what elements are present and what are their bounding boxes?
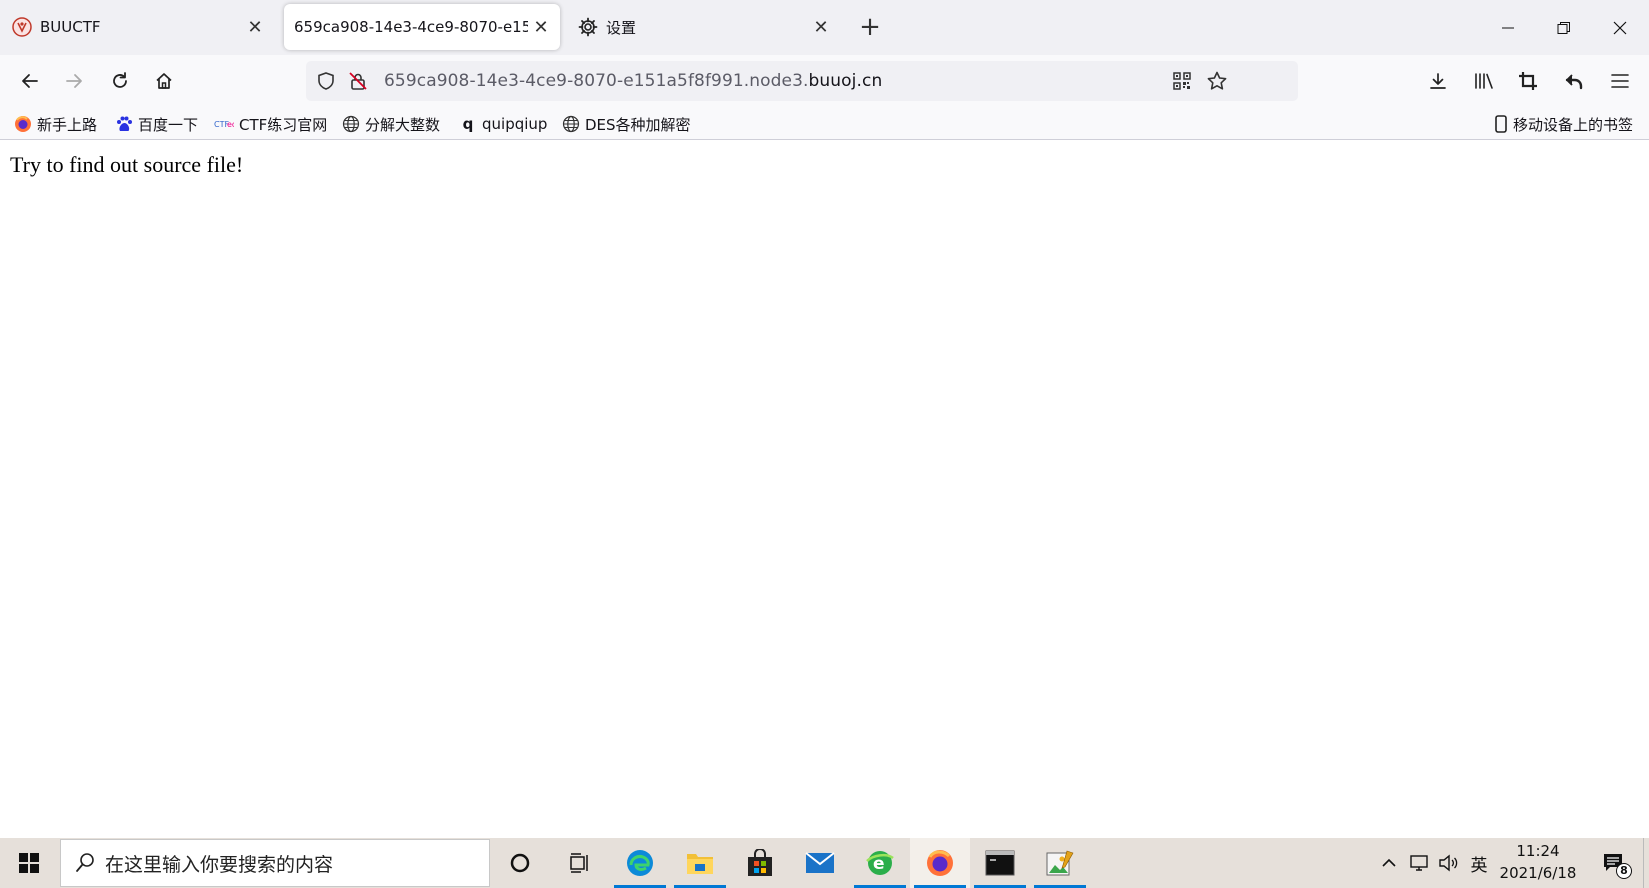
taskbar-clock[interactable]: 11:24 2021/6/18 <box>1490 840 1586 886</box>
folder-icon <box>687 854 713 874</box>
home-button[interactable] <box>148 65 180 97</box>
taskbar-edge[interactable] <box>610 838 670 888</box>
tab-title: BUUCTF <box>40 18 101 36</box>
search-placeholder: 在这里输入你要搜索的内容 <box>105 853 334 876</box>
show-hidden-icons-chevron-icon[interactable] <box>1374 838 1404 888</box>
bookmark-label: DES各种加解密 <box>585 115 691 134</box>
tab-strip: BUUCTF ✕ 659ca908-14e3-4ce9-8070-e151a5f… <box>0 0 1649 55</box>
taskbar-firefox[interactable] <box>910 838 970 888</box>
tab-settings[interactable]: 设置 ✕ <box>566 4 844 50</box>
back-button[interactable] <box>14 65 46 97</box>
new-tab-button[interactable]: + <box>856 14 884 42</box>
library-button[interactable] <box>1468 65 1500 97</box>
store-bag-icon <box>748 849 772 876</box>
downloads-button[interactable] <box>1422 65 1454 97</box>
bookmark-label: 分解大整数 <box>365 115 441 134</box>
shield-icon[interactable] <box>316 71 336 95</box>
taskbar-mail[interactable] <box>790 838 850 888</box>
cortana-circle-icon <box>510 853 530 873</box>
mail-envelope-icon <box>805 852 835 873</box>
action-center-button[interactable]: 8 <box>1594 838 1634 888</box>
green-e-browser-icon: e <box>866 851 894 875</box>
bookmark-item[interactable]: 百度一下 <box>115 113 198 135</box>
close-window-button[interactable] <box>1592 0 1648 55</box>
url-prefix: 659ca908-14e3-4ce9-8070-e151a5f8f991.nod… <box>384 71 809 91</box>
windows-taskbar: 在这里输入你要搜索的内容 e 英 11:24 2021/6/18 8 <box>0 838 1649 888</box>
search-icon <box>75 852 95 874</box>
notification-count-badge: 8 <box>1616 863 1632 879</box>
mobile-bookmarks-folder[interactable]: 移动设备上的书签 <box>1494 113 1633 135</box>
url-domain: buuoj.cn <box>808 71 883 91</box>
close-tab-icon[interactable]: ✕ <box>528 14 554 40</box>
taskbar-store[interactable] <box>730 838 790 888</box>
forward-button[interactable] <box>58 65 90 97</box>
show-desktop-button[interactable] <box>1643 838 1649 888</box>
insecure-lock-icon[interactable] <box>348 71 368 95</box>
buuctf-favicon <box>12 17 32 37</box>
notification-icon: 8 <box>1602 851 1632 879</box>
reload-button[interactable] <box>104 65 136 97</box>
globe-icon <box>562 115 580 133</box>
globe-icon <box>342 115 360 133</box>
gear-icon <box>578 17 598 37</box>
q-icon: q <box>462 115 474 133</box>
bookmark-item[interactable]: 分解大整数 <box>342 113 440 135</box>
bookmark-label: quipqiup <box>482 115 548 133</box>
taskbar-file-explorer[interactable] <box>670 838 730 888</box>
task-view-icon <box>570 853 588 873</box>
taskbar-terminal[interactable] <box>970 838 1030 888</box>
network-icon[interactable] <box>1404 838 1434 888</box>
qr-code-icon[interactable] <box>1172 71 1192 95</box>
ctfeo-logo-icon: CTFeo <box>214 115 234 133</box>
edge-browser-icon <box>627 850 653 876</box>
clock-time: 11:24 <box>1516 842 1560 860</box>
bookmark-star-icon[interactable] <box>1206 70 1228 96</box>
bookmark-item[interactable]: CTFeo CTF练习官网 <box>214 113 327 135</box>
tab-title: 设置 <box>606 18 637 37</box>
windows-logo-icon <box>19 853 39 873</box>
picture-edit-icon <box>1046 850 1074 876</box>
taskbar-browser-e[interactable]: e <box>850 838 910 888</box>
screenshot-crop-button[interactable] <box>1512 65 1544 97</box>
close-tab-icon[interactable]: ✕ <box>242 14 268 40</box>
bookmark-item[interactable]: DES各种加解密 <box>562 113 691 135</box>
bookmark-label: 新手上路 <box>37 115 98 134</box>
bookmarks-toolbar: 新手上路 百度一下 CTFeo CTF练习官网 分解大整数 q quipqiup… <box>0 107 1649 140</box>
taskbar-search-box[interactable]: 在这里输入你要搜索的内容 <box>60 839 490 887</box>
tab-title: 659ca908-14e3-4ce9-8070-e151a5f8f991.nod… <box>294 18 528 36</box>
start-button[interactable] <box>0 838 58 888</box>
volume-icon[interactable] <box>1434 838 1464 888</box>
bookmark-label: 百度一下 <box>138 115 199 134</box>
task-view-button[interactable] <box>550 838 610 888</box>
navigation-toolbar: 659ca908-14e3-4ce9-8070-e151a5f8f991.nod… <box>0 55 1649 107</box>
restore-button[interactable] <box>1536 0 1592 55</box>
baidu-paw-icon <box>115 115 133 133</box>
page-content: Try to find out source file! <box>0 140 1649 838</box>
undo-arrow-button[interactable] <box>1558 65 1590 97</box>
tab-active-challenge[interactable]: 659ca908-14e3-4ce9-8070-e151a5f8f991.nod… <box>284 4 560 50</box>
firefox-icon <box>14 115 32 133</box>
bookmark-label: CTF练习官网 <box>239 115 328 134</box>
firefox-icon <box>927 850 953 876</box>
close-tab-icon[interactable]: ✕ <box>808 14 834 40</box>
bookmark-item[interactable]: 新手上路 <box>14 113 97 135</box>
menu-button[interactable] <box>1604 65 1636 97</box>
terminal-icon <box>985 850 1015 876</box>
bookmark-item[interactable]: q quipqiup <box>459 113 548 135</box>
clock-date: 2021/6/18 <box>1499 864 1577 882</box>
minimize-button[interactable] <box>1480 0 1536 55</box>
address-bar[interactable]: 659ca908-14e3-4ce9-8070-e151a5f8f991.nod… <box>306 61 1298 101</box>
svg-text:eo: eo <box>227 120 234 129</box>
taskbar-image-editor[interactable] <box>1030 838 1090 888</box>
mobile-device-icon <box>1494 115 1508 133</box>
tab-buuctf[interactable]: BUUCTF ✕ <box>0 4 278 50</box>
url-text[interactable]: 659ca908-14e3-4ce9-8070-e151a5f8f991.nod… <box>384 71 882 91</box>
bookmark-label: 移动设备上的书签 <box>1513 115 1634 134</box>
page-message: Try to find out source file! <box>10 152 244 177</box>
cortana-button[interactable] <box>490 838 550 888</box>
